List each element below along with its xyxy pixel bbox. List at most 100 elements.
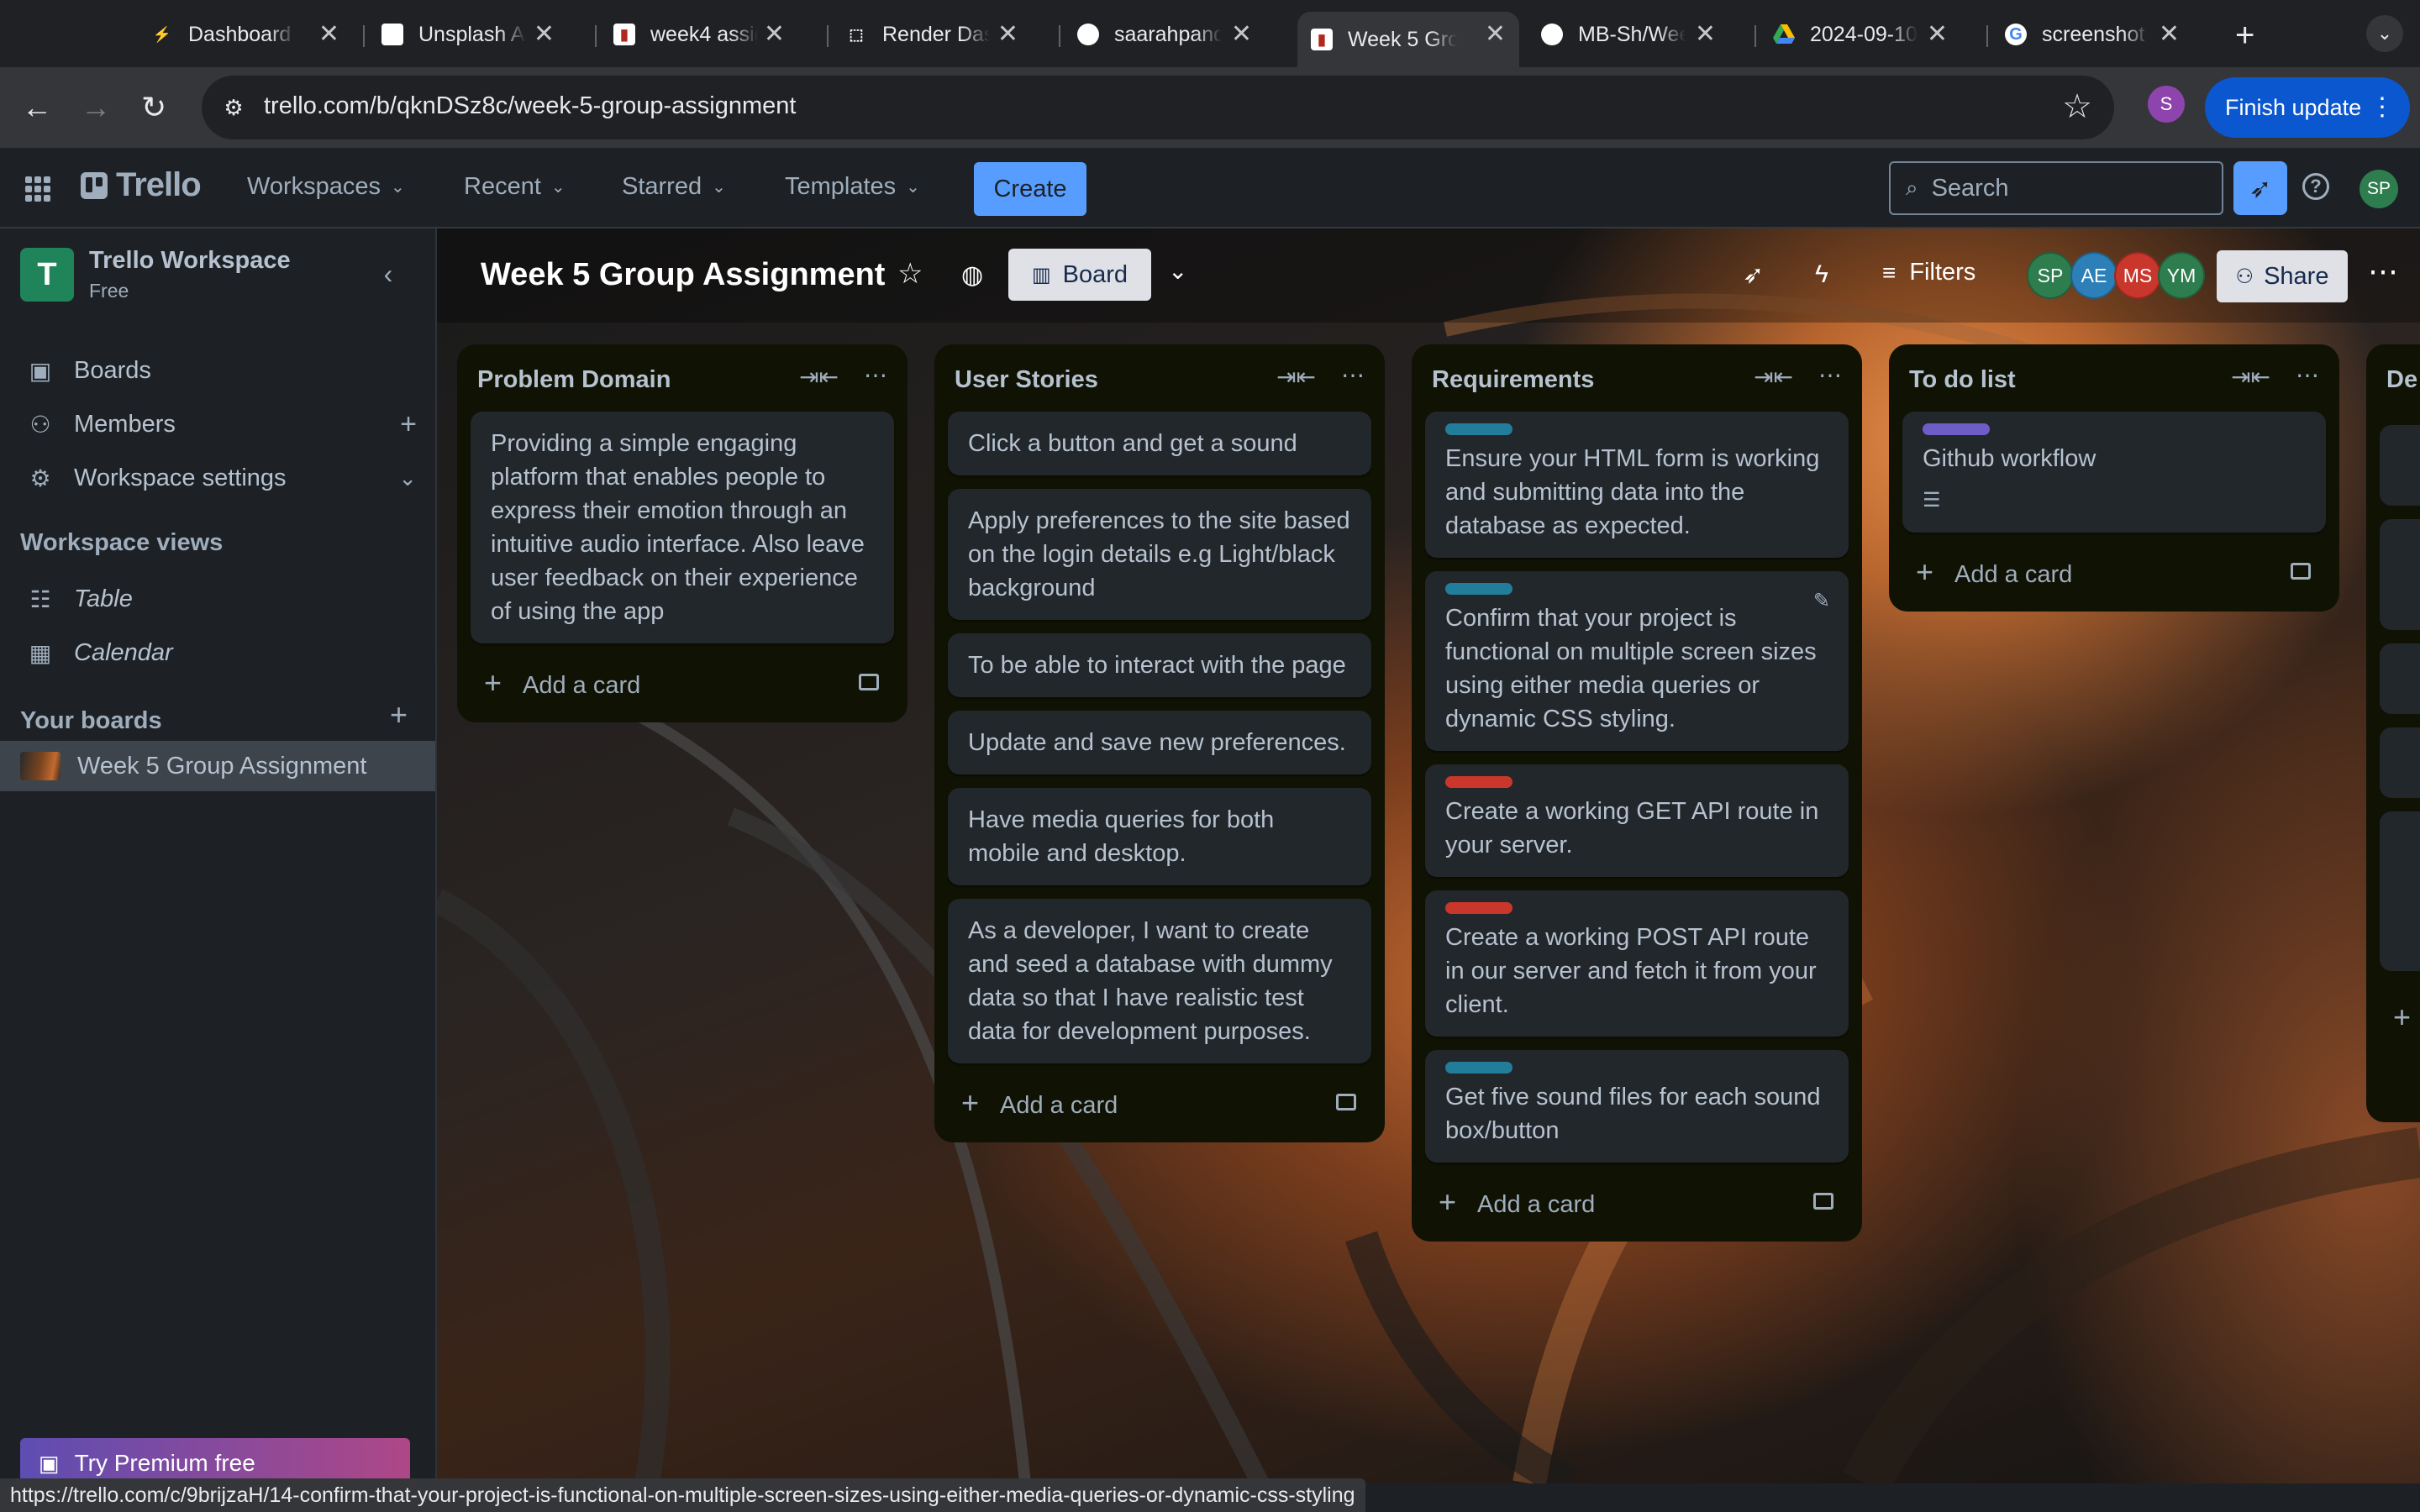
card[interactable]	[2380, 727, 2420, 798]
tab-search-chevron-icon[interactable]: ⌄	[2366, 15, 2403, 52]
add-card-button[interactable]: + Add a card	[948, 1077, 1371, 1131]
card[interactable]: Click a button and get a sound	[948, 412, 1371, 475]
trello-logo[interactable]: Trello	[81, 166, 202, 204]
tab-github-mb-sh[interactable]: MB-Sh/Wee ✕	[1541, 12, 1716, 57]
list-menu-dots-icon[interactable]: ⋯	[864, 361, 887, 389]
card-label[interactable]	[1923, 423, 1990, 435]
collapse-list-icon[interactable]: ⇥⇤	[799, 363, 839, 391]
card[interactable]	[2380, 519, 2420, 630]
new-tab-plus-icon[interactable]: +	[2235, 17, 2254, 55]
member-avatar[interactable]: MS	[2114, 252, 2161, 299]
address-bar[interactable]: ⚙ trello.com/b/qknDSz8c/week-5-group-ass…	[202, 76, 2114, 139]
list-title[interactable]: De	[2386, 366, 2417, 394]
card[interactable]: Have media queries for both mobile and d…	[948, 788, 1371, 885]
card[interactable]: Create a working POST API route in our s…	[1425, 890, 1849, 1037]
tab-week5-active[interactable]: ▮ Week 5 Gro ✕	[1297, 12, 1519, 67]
tab-google-screenshot[interactable]: G screenshot ✕	[2005, 12, 2180, 57]
card[interactable]: Providing a simple engaging platform tha…	[471, 412, 894, 643]
notifications-button[interactable]: ➶	[2233, 161, 2287, 215]
share-button[interactable]: ⚇ Share	[2217, 250, 2348, 302]
close-tab-icon[interactable]: ✕	[2159, 20, 2180, 49]
card[interactable]	[2380, 811, 2420, 971]
card-template-icon[interactable]	[859, 674, 879, 690]
finish-update-button[interactable]: Finish update ⋮	[2205, 77, 2410, 138]
list-title[interactable]: To do list	[1909, 366, 2016, 394]
tab-dashboard[interactable]: ⚡ Dashboard ✕	[151, 12, 339, 57]
member-avatar[interactable]: YM	[2158, 252, 2205, 299]
add-card-button[interactable]: + Add a card	[471, 657, 894, 711]
tab-github-saarahpand[interactable]: saarahpand ✕	[1077, 12, 1252, 57]
card[interactable]	[2380, 425, 2420, 506]
app-switcher-icon[interactable]	[25, 176, 50, 202]
card-template-icon[interactable]	[2291, 563, 2311, 580]
automation-bolt-icon[interactable]: ϟ	[1815, 260, 1828, 289]
recent-menu[interactable]: Recent ⌄	[464, 173, 566, 201]
card[interactable]: Get five sound files for each sound box/…	[1425, 1050, 1849, 1163]
collapse-list-icon[interactable]: ⇥⇤	[2231, 363, 2270, 391]
close-tab-icon[interactable]: ✕	[1485, 20, 1506, 49]
member-avatar[interactable]: SP	[2027, 252, 2074, 299]
sidebar-item-boards[interactable]: ▣ Boards	[0, 344, 437, 396]
forward-arrow-icon[interactable]: →	[81, 89, 111, 126]
card[interactable]: Github workflow ☰	[1902, 412, 2326, 533]
board-menu-dots-icon[interactable]: ⋯	[2368, 254, 2398, 289]
visibility-globe-icon[interactable]: ◍	[961, 260, 983, 290]
close-tab-icon[interactable]: ✕	[318, 20, 339, 49]
filters-button[interactable]: ≡ Filters	[1882, 259, 1975, 286]
card-hovered[interactable]: ✎ Confirm that your project is functiona…	[1425, 571, 1849, 751]
star-icon[interactable]: ☆	[897, 257, 923, 291]
url-text[interactable]: trello.com/b/qknDSz8c/week-5-group-assig…	[264, 92, 796, 120]
add-board-plus-icon[interactable]: +	[390, 697, 408, 732]
user-avatar[interactable]: SP	[2360, 170, 2398, 208]
workspace-header[interactable]: T Trello Workspace Free	[20, 247, 291, 302]
close-tab-icon[interactable]: ✕	[764, 20, 785, 49]
site-info-icon[interactable]: ⚙	[215, 89, 252, 126]
card[interactable]: Create a working GET API route in your s…	[1425, 764, 1849, 877]
sidebar-item-workspace-settings[interactable]: ⚙ Workspace settings ⌄	[0, 452, 437, 504]
power-ups-rocket-icon[interactable]: ➶	[1743, 260, 1764, 290]
board-title[interactable]: Week 5 Group Assignment	[481, 257, 885, 293]
tab-week4[interactable]: ▮ week4 assig ✕	[613, 12, 785, 57]
card[interactable]: As a developer, I want to create and see…	[948, 899, 1371, 1063]
close-tab-icon[interactable]: ✕	[534, 20, 555, 49]
bookmark-star-icon[interactable]: ☆	[2062, 87, 2092, 126]
list-menu-dots-icon[interactable]: ⋯	[1341, 361, 1365, 389]
sidebar-item-members[interactable]: ⚇ Members +	[0, 398, 437, 450]
search-input[interactable]: ⌕ Search	[1889, 161, 2223, 215]
workspaces-menu[interactable]: Workspaces ⌄	[247, 173, 405, 201]
close-tab-icon[interactable]: ✕	[1231, 20, 1252, 49]
list-menu-dots-icon[interactable]: ⋯	[1818, 361, 1842, 389]
close-tab-icon[interactable]: ✕	[1927, 20, 1948, 49]
back-arrow-icon[interactable]: ←	[22, 89, 52, 126]
card[interactable]: Apply preferences to the site based on t…	[948, 489, 1371, 620]
plus-icon[interactable]: +	[2393, 1000, 2411, 1035]
card-label[interactable]	[1445, 902, 1512, 914]
member-avatar[interactable]: AE	[2070, 252, 2118, 299]
collapse-sidebar-icon[interactable]: ‹	[366, 252, 410, 296]
card[interactable]: Ensure your HTML form is working and sub…	[1425, 412, 1849, 558]
card-label[interactable]	[1445, 1062, 1512, 1074]
add-member-plus-icon[interactable]: +	[400, 408, 417, 441]
add-card-button[interactable]: + Add a card	[1902, 546, 2326, 600]
create-button[interactable]: Create	[974, 162, 1086, 216]
starred-menu[interactable]: Starred ⌄	[622, 173, 726, 201]
card[interactable]: Update and save new preferences.	[948, 711, 1371, 774]
board-view-button[interactable]: ▥ Board	[1008, 249, 1151, 301]
card-label[interactable]	[1445, 583, 1512, 595]
sidebar-item-table[interactable]: ☷ Table	[0, 573, 437, 625]
tab-drive[interactable]: 2024-09-10 ✕	[1773, 12, 1948, 57]
collapse-list-icon[interactable]: ⇥⇤	[1754, 363, 1793, 391]
sidebar-item-calendar[interactable]: ▦ Calendar	[0, 627, 437, 679]
views-chevron-down-icon[interactable]: ⌄	[1168, 257, 1187, 285]
list-menu-dots-icon[interactable]: ⋯	[2296, 361, 2319, 389]
help-icon[interactable]: ?	[2302, 173, 2329, 200]
card[interactable]	[2380, 643, 2420, 714]
edit-pencil-icon[interactable]: ✎	[1813, 585, 1830, 618]
reload-icon[interactable]: ↻	[141, 89, 166, 126]
tab-render[interactable]: ⬚ Render Das ✕	[845, 12, 1018, 57]
templates-menu[interactable]: Templates ⌄	[785, 173, 920, 201]
card-template-icon[interactable]	[1336, 1094, 1356, 1110]
close-tab-icon[interactable]: ✕	[997, 20, 1018, 49]
close-tab-icon[interactable]: ✕	[1695, 20, 1716, 49]
card-label[interactable]	[1445, 423, 1512, 435]
